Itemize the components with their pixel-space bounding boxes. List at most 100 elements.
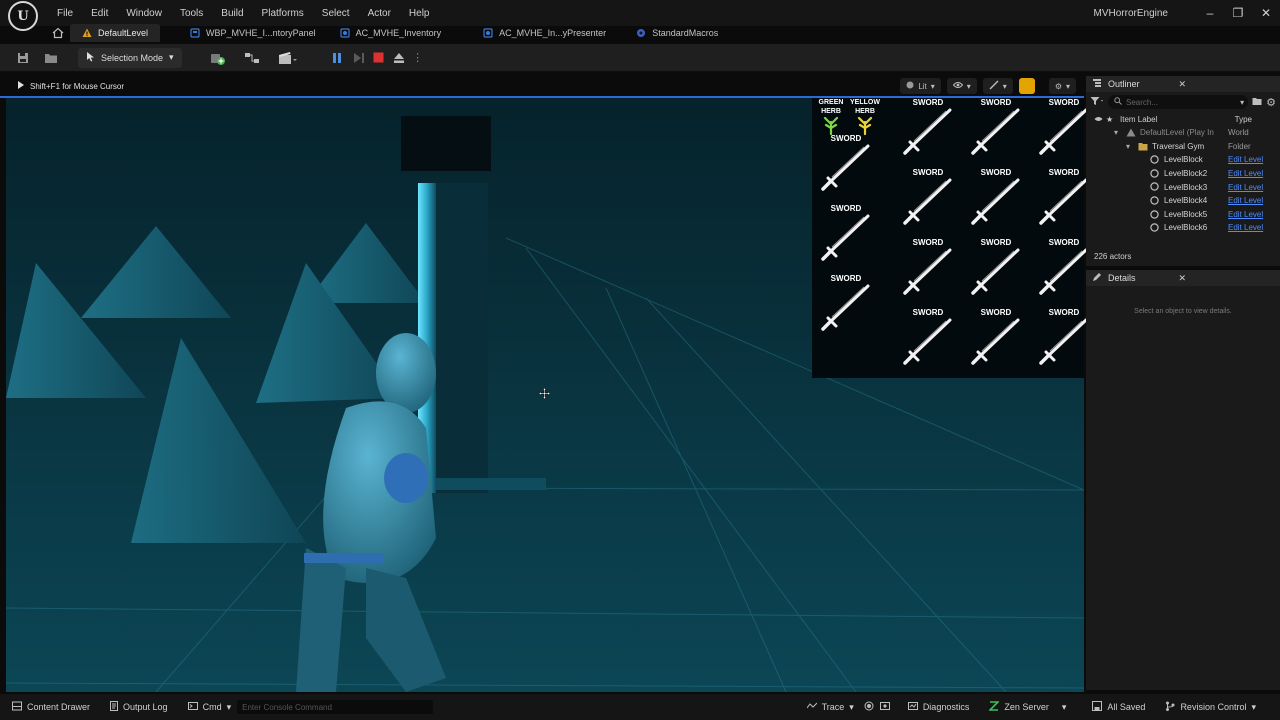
close-icon[interactable]: ✕: [1178, 79, 1186, 90]
inventory-slot-sword[interactable]: SWORD: [898, 168, 958, 228]
column-item-label[interactable]: Item Label: [1120, 115, 1157, 124]
tab-standard-macros[interactable]: StandardMacros: [624, 24, 730, 42]
blueprint-menu-icon[interactable]: [242, 48, 264, 68]
output-log-button[interactable]: Output Log: [104, 701, 174, 713]
cinematics-icon[interactable]: [276, 48, 300, 68]
menu-window[interactable]: Window: [117, 8, 171, 19]
snap-toggle-icon[interactable]: [1018, 78, 1035, 94]
outliner-row-type: Folder: [1228, 141, 1251, 151]
outliner-row-actor[interactable]: LevelBlock4 Edit Level: [1086, 194, 1280, 208]
outliner-row-actor[interactable]: LevelBlock Edit Level: [1086, 153, 1280, 167]
save-icon[interactable]: [16, 48, 30, 68]
inventory-slot-sword[interactable]: SWORD: [898, 308, 958, 368]
inventory-slot-sword[interactable]: SWORD: [1034, 98, 1094, 158]
inventory-slot-sword[interactable]: SWORD: [966, 308, 1026, 368]
inventory-slot-sword[interactable]: SWORD: [966, 98, 1026, 158]
chevron-down-icon: ▾: [1061, 701, 1067, 712]
eject-icon[interactable]: [392, 48, 406, 68]
column-type[interactable]: Type: [1235, 115, 1252, 124]
tree-expand-icon[interactable]: ▾: [1126, 142, 1130, 151]
output-log-label: Output Log: [123, 702, 168, 712]
transform-tools[interactable]: ▾: [982, 78, 1013, 94]
inventory-slot-sword[interactable]: SWORD: [898, 98, 958, 158]
outliner-row-world[interactable]: ▾ DefaultLevel (Play In World: [1086, 126, 1280, 140]
inventory-slot-sword[interactable]: SWORD: [1034, 308, 1094, 368]
tab-wbp-inventory-panel[interactable]: WBP_MVHE_I...ntoryPanel: [178, 24, 328, 42]
outliner-search-input[interactable]: Search... ▾: [1108, 95, 1249, 109]
menu-build[interactable]: Build: [212, 8, 252, 19]
inventory-slot-sword[interactable]: SWORD: [816, 134, 876, 194]
unreal-logo-icon[interactable]: U: [8, 1, 38, 31]
console-command-input[interactable]: Enter Console Command: [237, 700, 434, 714]
cmd-dropdown[interactable]: Cmd ▾: [182, 702, 238, 713]
outliner-row-folder[interactable]: ▾ Traversal Gym Folder: [1086, 140, 1280, 154]
edit-level-link[interactable]: Edit Level: [1228, 210, 1263, 219]
tab-ac-inventory-presenter[interactable]: AC_MVHE_In...yPresenter: [471, 24, 618, 42]
outliner-row-actor[interactable]: LevelBlock6 Edit Level: [1086, 221, 1280, 235]
menu-tools[interactable]: Tools: [171, 8, 212, 19]
content-drawer-button[interactable]: Content Drawer: [6, 701, 96, 713]
close-icon[interactable]: ✕: [1178, 273, 1186, 284]
document-tabs: DefaultLevel WBP_MVHE_I...ntoryPanel AC_…: [40, 24, 730, 42]
outliner-row-type: World: [1228, 128, 1249, 138]
inventory-slot-sword[interactable]: SWORD: [1034, 168, 1094, 228]
inventory-slot-sword[interactable]: SWORD: [1034, 238, 1094, 298]
menu-edit[interactable]: Edit: [82, 8, 117, 19]
gear-icon: ⚙: [1054, 81, 1062, 91]
outliner-row-actor[interactable]: LevelBlock2 Edit Level: [1086, 167, 1280, 181]
add-folder-icon[interactable]: [1252, 96, 1262, 109]
details-empty-hint: Select an object to view details.: [1134, 308, 1232, 315]
frame-skip-icon[interactable]: [352, 48, 366, 68]
edit-level-link[interactable]: Edit Level: [1228, 196, 1263, 205]
trace-dropdown[interactable]: Trace ▾: [801, 702, 860, 713]
browse-content-icon[interactable]: [44, 48, 58, 68]
record-icon[interactable]: [864, 701, 874, 713]
outliner-row-actor[interactable]: LevelBlock3 Edit Level: [1086, 180, 1280, 194]
menu-actor[interactable]: Actor: [359, 8, 400, 19]
more-options-icon[interactable]: ⋮: [412, 48, 423, 68]
inventory-slot-sword[interactable]: SWORD: [966, 238, 1026, 298]
screenshot-icon[interactable]: [879, 701, 890, 713]
sword-icon: [1039, 178, 1088, 225]
tab-default-level[interactable]: DefaultLevel: [70, 24, 161, 42]
eye-visibility-icon[interactable]: [1094, 115, 1103, 124]
outliner-panel: Outliner ✕ Search... ▾ ⚙ ★ Item Label Ty…: [1086, 76, 1280, 266]
viewport-settings[interactable]: ⚙ ▾: [1048, 78, 1076, 94]
menu-platforms[interactable]: Platforms: [253, 8, 313, 19]
stop-icon[interactable]: [372, 48, 386, 68]
all-saved-button[interactable]: All Saved: [1086, 701, 1151, 713]
inventory-slot-sword[interactable]: SWORD: [816, 204, 876, 264]
sword-icon: [971, 108, 1020, 155]
outliner-row-actor[interactable]: LevelBlock5 Edit Level: [1086, 208, 1280, 222]
edit-level-link[interactable]: Edit Level: [1228, 155, 1263, 164]
menu-select[interactable]: Select: [313, 8, 359, 19]
home-icon[interactable]: [52, 27, 64, 39]
pause-icon[interactable]: [330, 48, 344, 68]
mouse-cursor-hint[interactable]: Shift+F1 for Mouse Cursor: [18, 81, 124, 91]
edit-level-link[interactable]: Edit Level: [1228, 183, 1263, 192]
zen-server-dropdown[interactable]: Zen Server ▾: [983, 701, 1072, 713]
inventory-slot-sword[interactable]: SWORD: [898, 238, 958, 298]
show-flags-dropdown[interactable]: ▾: [946, 78, 977, 94]
actor-icon: [1150, 169, 1159, 180]
diagnostics-button[interactable]: Diagnostics: [902, 702, 976, 712]
edit-level-link[interactable]: Edit Level: [1228, 169, 1263, 178]
star-icon[interactable]: ★: [1106, 115, 1113, 124]
minimize-button[interactable]: –: [1196, 0, 1224, 26]
tab-ac-inventory[interactable]: AC_MVHE_Inventory: [328, 24, 454, 42]
close-window-button[interactable]: ✕: [1252, 0, 1280, 26]
filter-icon[interactable]: [1090, 96, 1104, 109]
maximize-button[interactable]: ❐: [1224, 0, 1252, 26]
menu-file[interactable]: File: [48, 8, 82, 19]
revision-control-dropdown[interactable]: Revision Control ▾: [1159, 701, 1262, 713]
settings-gear-icon[interactable]: ⚙: [1266, 96, 1276, 109]
mode-label: Selection Mode: [101, 52, 164, 63]
selection-mode-dropdown[interactable]: Selection Mode ▾: [78, 47, 182, 68]
add-actor-icon[interactable]: [208, 48, 230, 68]
menu-help[interactable]: Help: [400, 8, 439, 19]
inventory-slot-sword[interactable]: SWORD: [816, 274, 876, 334]
view-mode-dropdown[interactable]: Lit ▾: [900, 78, 941, 94]
tree-expand-icon[interactable]: ▾: [1114, 128, 1118, 137]
edit-level-link[interactable]: Edit Level: [1228, 223, 1263, 232]
inventory-slot-sword[interactable]: SWORD: [966, 168, 1026, 228]
